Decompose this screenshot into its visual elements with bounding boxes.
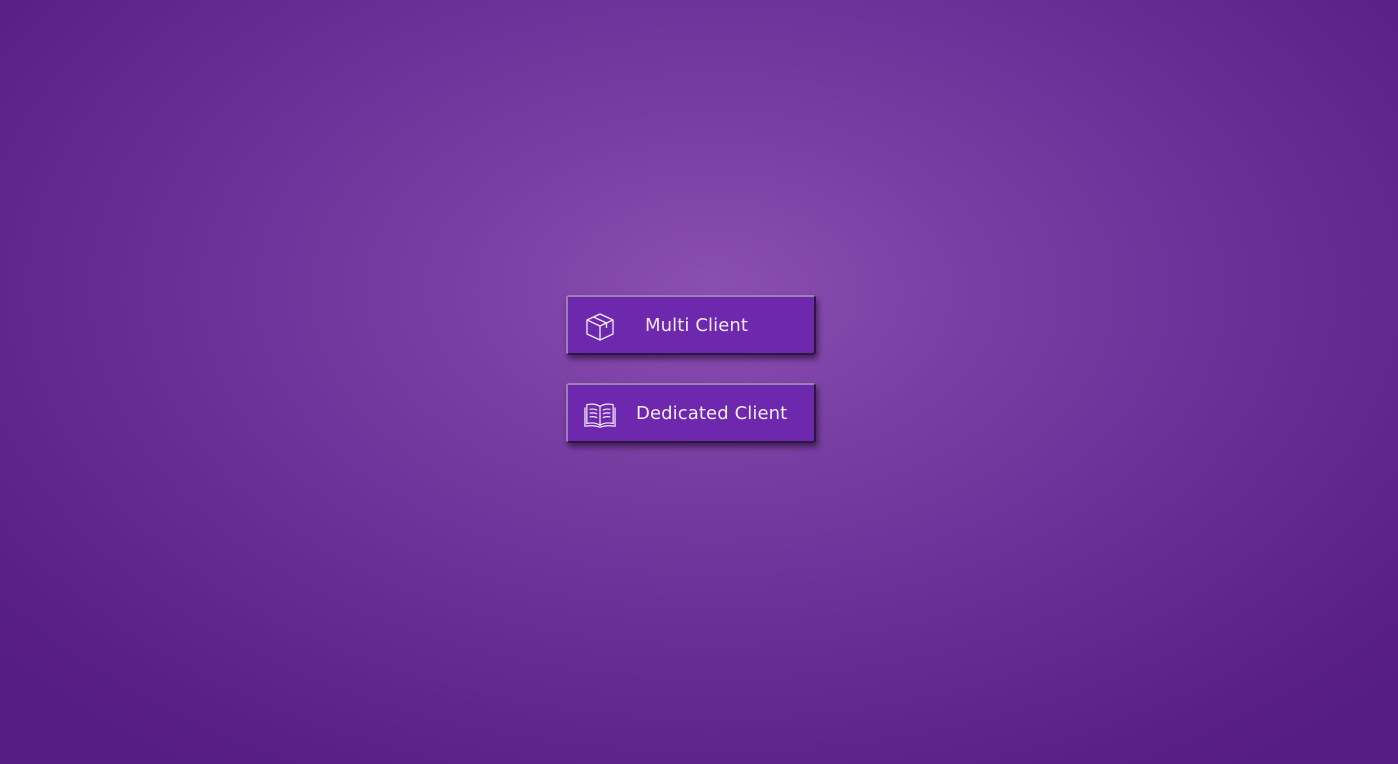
page: { "background": { "center_color": "#8a4f… xyxy=(0,0,1398,764)
dedicated-client-button[interactable]: Dedicated Client xyxy=(566,383,816,443)
dedicated-client-label: Dedicated Client xyxy=(636,402,788,424)
client-menu: Multi Client Dedicated Client xyxy=(566,295,816,471)
multi-client-button[interactable]: Multi Client xyxy=(566,295,816,355)
multi-client-label: Multi Client xyxy=(645,314,749,336)
